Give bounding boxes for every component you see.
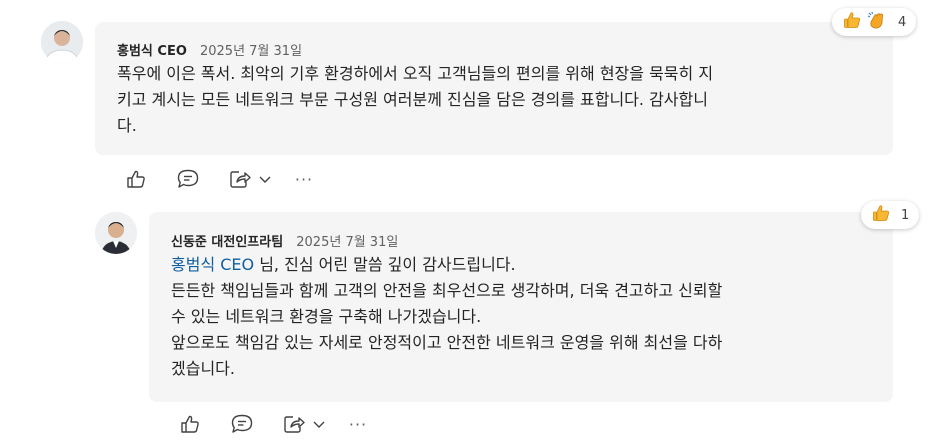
comment-body-reply: 홍범식 CEO 님, 진심 어린 말씀 깊이 감사드립니다. 든든한 책임님들과… — [171, 252, 881, 382]
comment-date: 2025년 7월 31일 — [199, 44, 303, 59]
comment-line: 다. — [117, 116, 137, 135]
share-icon — [230, 171, 251, 188]
comment-line: 키고 계시는 모든 네트워크 부문 구성원 여러분께 진심을 담은 경의를 표합… — [117, 90, 708, 109]
avatar-ceo[interactable] — [41, 21, 83, 63]
reaction-summary-ceo[interactable]: 4 — [832, 8, 917, 36]
thumbs-up-reaction-icon — [871, 203, 891, 227]
comment-actions-reply: ··· — [175, 410, 373, 438]
reply-button[interactable] — [227, 410, 257, 438]
comment-body-ceo: 폭우에 이은 폭서. 최악의 기후 환경하에서 오직 고객님들의 편의를 위해 … — [117, 61, 877, 139]
comment-line: 든든한 책임님들과 함께 고객의 안전을 최우선으로 생각하며, 더욱 견고하고… — [171, 281, 723, 300]
chevron-down-icon — [259, 176, 271, 183]
comment-line: 겠습니다. — [171, 359, 235, 378]
author-name[interactable]: 홍범식 CEO — [117, 44, 187, 59]
comment-line: 수 있는 네트워크 환경을 구축해 나가겠습니다. — [171, 307, 482, 326]
more-options-button[interactable]: ··· — [343, 410, 373, 438]
thumbs-up-icon — [127, 170, 145, 188]
share-button[interactable] — [279, 410, 309, 438]
comment-header-ceo: 홍범식 CEO 2025년 7월 31일 — [117, 40, 302, 59]
person-photo-icon — [41, 21, 83, 63]
comment-line: 앞으로도 책임감 있는 자세로 안정적이고 안전한 네트워크 운영을 위해 최선… — [171, 333, 723, 352]
share-options-dropdown[interactable] — [255, 165, 275, 193]
like-button[interactable] — [121, 165, 151, 193]
comment-line: 홍범식 CEO 님, 진심 어린 말씀 깊이 감사드립니다. — [171, 252, 881, 278]
chevron-down-icon — [313, 421, 325, 428]
person-photo-icon — [95, 212, 137, 254]
comment-header-reply: 신동준 대전인프라팀 2025년 7월 31일 — [171, 231, 398, 250]
share-button[interactable] — [225, 165, 255, 193]
thumbs-up-icon — [181, 415, 199, 433]
reaction-summary-reply[interactable]: 1 — [861, 201, 920, 229]
comment-date: 2025년 7월 31일 — [296, 235, 399, 250]
author-name[interactable]: 신동준 대전인프라팀 — [171, 235, 283, 250]
reaction-count: 4 — [898, 14, 907, 30]
comment-line: 폭우에 이은 폭서. 최악의 기후 환경하에서 오직 고객님들의 편의를 위해 … — [117, 64, 714, 83]
reply-button[interactable] — [173, 165, 203, 193]
thumbs-up-reaction-icon — [842, 10, 862, 34]
mention-link[interactable]: 홍범식 CEO — [171, 255, 254, 274]
reaction-count: 1 — [901, 207, 910, 223]
comment-icon — [231, 414, 253, 433]
clapping-hands-reaction-icon — [866, 10, 888, 34]
comment-icon — [177, 169, 199, 188]
like-button[interactable] — [175, 410, 205, 438]
avatar-reply-author[interactable] — [95, 212, 137, 254]
share-icon — [284, 416, 305, 433]
comment-text: 님, 진심 어린 말씀 깊이 감사드립니다. — [254, 255, 516, 274]
share-options-dropdown[interactable] — [309, 410, 329, 438]
comment-actions-ceo: ··· — [121, 165, 319, 193]
more-options-button[interactable]: ··· — [289, 165, 319, 193]
